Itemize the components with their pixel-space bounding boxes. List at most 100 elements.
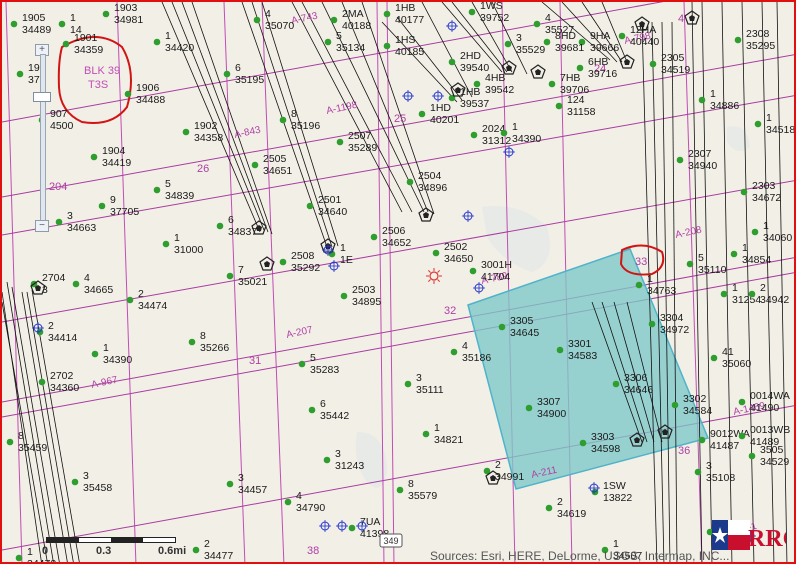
well-label: 0014WA	[750, 390, 790, 402]
well-label: 34839	[165, 190, 194, 202]
well-dot-icon	[525, 404, 533, 412]
well-label: 3	[83, 470, 89, 482]
well-label: 4	[545, 12, 551, 24]
well-dot-icon	[740, 188, 748, 196]
zoom-out-icon[interactable]: −	[35, 220, 49, 232]
well-label: 34942	[760, 294, 789, 306]
well-dot-icon	[738, 432, 746, 440]
well-label: 2508	[291, 250, 315, 262]
well-label: 2	[495, 459, 501, 471]
well-dot-icon	[422, 430, 430, 438]
well-label: 35458	[83, 482, 112, 494]
attribution-text: Sources: Esri, HERE, DeLorme, USGS, Inte…	[430, 549, 730, 563]
well-label: 8	[18, 430, 24, 442]
well-label: 1904	[102, 145, 126, 157]
well-label: 35195	[235, 74, 264, 86]
well-label: 34763	[647, 285, 676, 297]
well-dot-icon	[396, 486, 404, 494]
well-label: 4	[84, 272, 90, 284]
well-label: 35021	[238, 276, 267, 288]
scale-bar-graphic	[46, 537, 176, 543]
well-label: 1	[763, 220, 769, 232]
well-label: 4	[296, 490, 302, 502]
well-label: 35186	[462, 352, 491, 364]
well-dot-icon	[330, 16, 338, 24]
well-label: 1902	[194, 120, 218, 132]
well-dot-icon	[72, 280, 80, 288]
well-label: 1903	[114, 2, 138, 14]
scale-label-0: 0	[42, 545, 49, 557]
well-label: 3307	[537, 396, 561, 408]
well-label: 35442	[320, 410, 349, 422]
well-label: 2308	[746, 28, 770, 40]
well-dot-icon	[533, 20, 541, 28]
well-label: 1905	[22, 12, 46, 24]
well-label: 5	[165, 178, 171, 190]
well-dot-icon	[226, 480, 234, 488]
well-label: 3301	[568, 338, 592, 350]
well-dot-icon	[16, 70, 24, 78]
well-label: 35108	[706, 472, 735, 484]
scale-label-end: 0.6mi	[158, 545, 187, 557]
well-label: 8	[408, 478, 414, 490]
section-number: 4	[678, 13, 684, 25]
well-dot-icon	[383, 42, 391, 50]
well-label: 2501	[318, 194, 342, 206]
well-dot-icon	[192, 546, 200, 554]
well-label: 34645	[510, 327, 539, 339]
zoom-handle[interactable]	[33, 92, 51, 102]
well-label: 1	[103, 342, 109, 354]
well-label: 1	[512, 121, 518, 133]
well-label: 34646	[624, 384, 653, 396]
well-label: 35283	[310, 364, 339, 376]
well-dot-icon	[469, 267, 477, 275]
well-dot-icon	[450, 348, 458, 356]
well-label: 35292	[291, 262, 320, 274]
well-dot-icon	[38, 378, 46, 386]
well-label: 2MA	[342, 8, 364, 20]
map-background	[2, 2, 794, 562]
well-label: 34489	[22, 24, 51, 36]
well-label: 34900	[537, 408, 566, 420]
well-label: 35196	[291, 120, 320, 132]
well-dot-icon	[298, 360, 306, 368]
well-label: 1WS	[480, 2, 503, 12]
zoom-slider[interactable]: + −	[33, 44, 51, 232]
well-dot-icon	[730, 250, 738, 258]
well-label: 3	[238, 472, 244, 484]
well-label: 3001H	[481, 259, 512, 271]
well-label: 34672	[752, 192, 781, 204]
well-label: 35111	[416, 384, 444, 396]
well-dot-icon	[216, 222, 224, 230]
well-label: 34529	[760, 456, 789, 468]
well-label: 34390	[512, 133, 541, 145]
well-dot-icon	[698, 96, 706, 104]
well-label: 3304	[660, 312, 684, 324]
well-label: 14	[70, 24, 82, 36]
well-label: 35266	[200, 342, 229, 354]
well-label: 34518	[766, 124, 795, 136]
zoom-track[interactable]	[40, 54, 46, 226]
well-dot-icon	[748, 290, 756, 298]
well-label: 37705	[110, 206, 139, 218]
scale-label-mid: 0.3	[96, 545, 112, 557]
well-label: 34895	[352, 296, 381, 308]
well-label: 2704	[42, 272, 66, 284]
well-label: 35295	[746, 40, 775, 52]
well-label: 39716	[588, 68, 617, 80]
well-label: 6	[235, 62, 241, 74]
well-dot-icon	[223, 70, 231, 78]
well-label: 2303	[752, 180, 776, 192]
section-number: 36	[678, 445, 690, 457]
well-dot-icon	[738, 398, 746, 406]
well-label: 31254	[732, 294, 761, 306]
map-canvas[interactable]: BLK 39 T3S 26 31 32 33 24 25 36 38 204 4 A-743 A-1198…	[0, 0, 796, 564]
well-dot-icon	[126, 296, 134, 304]
well-label: 39540	[460, 62, 489, 74]
well-label: 31243	[335, 460, 364, 472]
well-label: 9HA	[590, 30, 610, 42]
well-label: 34519	[661, 64, 690, 76]
logo-text: RRC	[748, 526, 786, 552]
well-label: 31312	[482, 135, 511, 147]
well-label: 9	[110, 194, 116, 206]
